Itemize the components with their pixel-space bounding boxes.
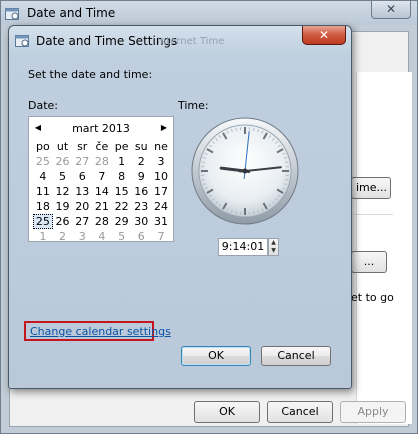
- calendar-day[interactable]: 25: [33, 154, 53, 169]
- weekday-label: ne: [154, 140, 168, 153]
- next-month-icon[interactable]: ▶: [158, 123, 170, 132]
- minute-tick: [285, 161, 289, 163]
- calendar-day[interactable]: 19: [53, 199, 73, 214]
- date-label: Date:: [28, 99, 58, 112]
- ok-button[interactable]: OK: [181, 346, 251, 366]
- calendar-day[interactable]: 17: [151, 184, 171, 199]
- calendar-day[interactable]: 1: [33, 229, 53, 244]
- weekday-label: če: [95, 140, 109, 153]
- calendar-day[interactable]: 12: [53, 184, 73, 199]
- time-input[interactable]: 9:14:01: [218, 238, 268, 256]
- calendar-day[interactable]: 20: [72, 199, 92, 214]
- calendar-day[interactable]: 4: [33, 169, 53, 184]
- calendar-week: 18 19 20 21 22 23 24: [33, 199, 171, 214]
- weekday-label: po: [35, 140, 50, 153]
- calendar-day[interactable]: 27: [72, 214, 92, 229]
- weekday-header: po ut sr če pe su ne: [33, 139, 171, 154]
- calendar-day[interactable]: 29: [112, 214, 132, 229]
- calendar-week: 25 26 27 28 1 2 3: [33, 154, 171, 169]
- weekday-label: su: [134, 140, 148, 153]
- weekday-label: ut: [56, 140, 69, 153]
- calendar-day[interactable]: 22: [112, 199, 132, 214]
- change-time-zone-button[interactable]: ...: [351, 251, 387, 273]
- calendar-day[interactable]: 7: [92, 169, 112, 184]
- calendar-month-title[interactable]: mart 2013: [29, 122, 173, 135]
- calendar-day[interactable]: 28: [92, 214, 112, 229]
- parent-ok-button[interactable]: OK: [194, 401, 260, 423]
- minute-tick: [253, 211, 255, 215]
- calendar: ◀ mart 2013 ▶ po ut sr če pe su ne 25 26 27 28 1 2 3 4…: [28, 116, 174, 244]
- calendar-day[interactable]: 30: [131, 214, 151, 229]
- calendar-day[interactable]: 11: [33, 184, 53, 199]
- close-button[interactable]: ✕: [302, 26, 346, 45]
- calendar-day[interactable]: 6: [72, 169, 92, 184]
- parent-titlebar: Date and Time ✕: [1, 1, 417, 27]
- calendar-day[interactable]: 9: [131, 169, 151, 184]
- minute-tick: [201, 179, 205, 181]
- highlight-box: Change calendar settings: [24, 321, 171, 341]
- time-spinner[interactable]: ▲ ▼: [268, 238, 279, 256]
- change-date-time-button[interactable]: ime...: [351, 177, 391, 199]
- spin-up-icon[interactable]: ▲: [269, 239, 278, 247]
- minute-tick: [235, 127, 237, 131]
- weekday-label: pe: [114, 140, 129, 153]
- calendar-day[interactable]: 8: [112, 169, 132, 184]
- date-time-icon: [5, 8, 19, 20]
- parent-cancel-button[interactable]: Cancel: [267, 401, 333, 423]
- weekday-label: sr: [77, 140, 88, 153]
- parent-close-button[interactable]: ✕: [371, 1, 411, 19]
- calendar-grid: po ut sr če pe su ne 25 26 27 28 1 2 3 4 5 6 7 8 9 10 11 12 13 1…: [33, 139, 171, 244]
- calendar-day[interactable]: 15: [112, 184, 132, 199]
- calendar-day[interactable]: 10: [151, 169, 171, 184]
- parent-pane: [356, 72, 412, 424]
- calendar-day[interactable]: 3: [72, 229, 92, 244]
- calendar-day[interactable]: 4: [92, 229, 112, 244]
- instruction-label: Set the date and time:: [28, 68, 153, 81]
- spin-down-icon[interactable]: ▼: [269, 247, 278, 255]
- calendar-day[interactable]: 18: [33, 199, 53, 214]
- minute-tick: [235, 211, 237, 215]
- clock-center: [242, 168, 248, 174]
- calendar-day[interactable]: 2: [53, 229, 73, 244]
- calendar-day[interactable]: 5: [53, 169, 73, 184]
- calendar-day[interactable]: 3: [151, 154, 171, 169]
- calendar-day[interactable]: 6: [131, 229, 151, 244]
- minute-tick: [285, 179, 289, 181]
- calendar-week: 25 26 27 28 29 30 31: [33, 214, 171, 229]
- analog-clock: [191, 117, 299, 225]
- cancel-button[interactable]: Cancel: [261, 346, 331, 366]
- date-time-icon: [15, 35, 29, 47]
- close-icon: ✕: [318, 28, 330, 42]
- parent-side-text: et to go: [351, 291, 394, 304]
- calendar-day[interactable]: 26: [53, 214, 73, 229]
- parent-title: Date and Time: [27, 6, 116, 20]
- time-label: Time:: [178, 99, 209, 112]
- minute-tick: [201, 161, 205, 163]
- calendar-day[interactable]: 23: [131, 199, 151, 214]
- calendar-day[interactable]: 1: [112, 154, 132, 169]
- parent-apply-button[interactable]: Apply: [340, 401, 406, 423]
- internet-time-tab-ghost: Internet Time: [157, 36, 225, 47]
- calendar-day[interactable]: 5: [112, 229, 132, 244]
- calendar-day-selected[interactable]: 25: [33, 214, 53, 229]
- calendar-day[interactable]: 27: [72, 154, 92, 169]
- change-calendar-settings-link[interactable]: Change calendar settings: [30, 325, 171, 338]
- calendar-day[interactable]: 16: [131, 184, 151, 199]
- calendar-day[interactable]: 2: [131, 154, 151, 169]
- calendar-day[interactable]: 13: [72, 184, 92, 199]
- separator: [353, 214, 393, 215]
- calendar-week: 4 5 6 7 8 9 10: [33, 169, 171, 184]
- calendar-week: 1234567: [33, 229, 171, 244]
- calendar-day[interactable]: 24: [151, 199, 171, 214]
- calendar-day[interactable]: 31: [151, 214, 171, 229]
- calendar-day[interactable]: 21: [92, 199, 112, 214]
- minute-tick: [253, 127, 255, 131]
- calendar-day[interactable]: 14: [92, 184, 112, 199]
- calendar-day[interactable]: 26: [53, 154, 73, 169]
- calendar-day[interactable]: 7: [151, 229, 171, 244]
- calendar-day[interactable]: 28: [92, 154, 112, 169]
- calendar-week: 11 12 13 14 15 16 17: [33, 184, 171, 199]
